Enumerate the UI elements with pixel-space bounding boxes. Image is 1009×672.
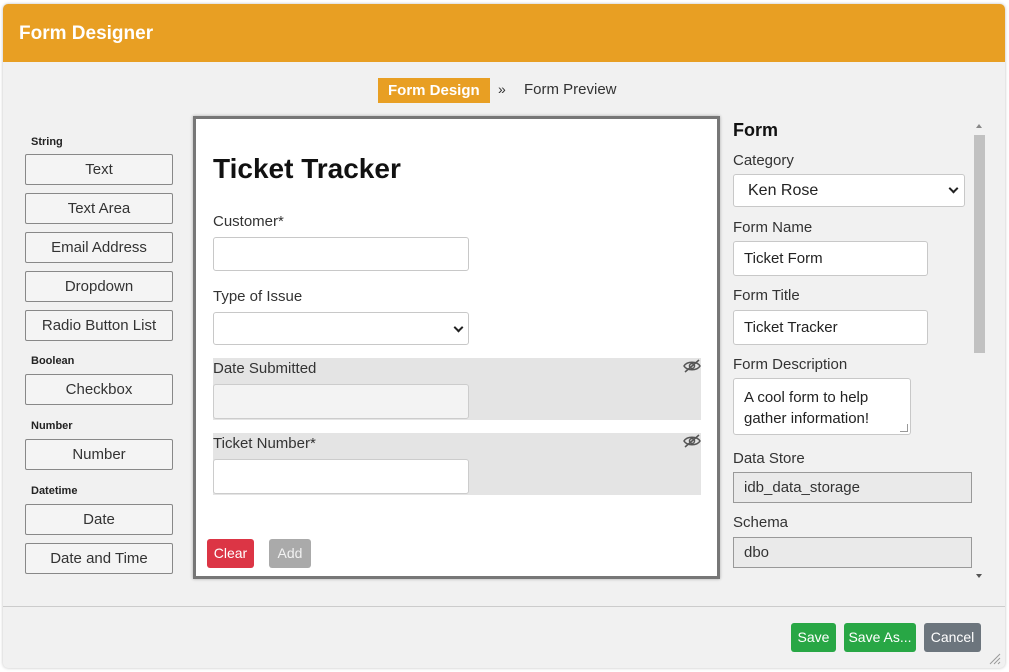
step-form-preview[interactable]: Form Preview xyxy=(524,81,617,98)
data-store-input: idb_data_storage xyxy=(733,472,972,503)
ticket-number-input[interactable] xyxy=(213,459,469,494)
step-form-design[interactable]: Form Design xyxy=(378,78,490,103)
eye-slash-icon[interactable] xyxy=(683,359,701,373)
schema-label: Schema xyxy=(733,514,789,531)
chevron-down-icon xyxy=(948,183,959,194)
palette-radio-button-list-button[interactable]: Radio Button List xyxy=(25,310,173,341)
form-description-textarea[interactable]: A cool form to help gather information! xyxy=(733,378,911,435)
palette-group-boolean: Boolean xyxy=(31,355,75,367)
palette-group-number: Number xyxy=(31,420,73,432)
ticket-number-field[interactable]: Ticket Number* xyxy=(213,433,701,495)
form-designer-dialog: Form Designer Form Design » Form Preview… xyxy=(3,4,1005,668)
type-of-issue-label: Type of Issue xyxy=(213,288,303,305)
palette-date-time-button[interactable]: Date and Time xyxy=(25,543,173,574)
add-button[interactable]: Add xyxy=(269,539,311,568)
scroll-thumb[interactable] xyxy=(974,135,985,353)
palette-checkbox-button[interactable]: Checkbox xyxy=(25,374,173,405)
form-description-label: Form Description xyxy=(733,356,848,373)
type-of-issue-select[interactable] xyxy=(213,312,469,345)
palette-text-button[interactable]: Text xyxy=(25,154,173,185)
properties-scrollbar[interactable] xyxy=(973,121,986,581)
category-value: Ken Rose xyxy=(748,182,819,199)
form-canvas: Ticket Tracker Customer* Type of Issue D… xyxy=(193,116,720,579)
category-select[interactable]: Ken Rose xyxy=(733,174,965,207)
palette-email-button[interactable]: Email Address xyxy=(25,232,173,263)
footer-divider xyxy=(3,606,1005,607)
save-button[interactable]: Save xyxy=(791,623,836,652)
form-title-label: Form Title xyxy=(733,287,800,304)
data-store-label: Data Store xyxy=(733,450,805,467)
date-submitted-field[interactable]: Date Submitted xyxy=(213,358,701,420)
date-submitted-input[interactable] xyxy=(213,384,469,419)
category-label: Category xyxy=(733,152,794,169)
resize-handle-icon[interactable] xyxy=(987,651,1001,665)
palette-number-button[interactable]: Number xyxy=(25,439,173,470)
customer-input[interactable] xyxy=(213,237,469,271)
palette-dropdown-button[interactable]: Dropdown xyxy=(25,271,173,302)
dialog-title: Form Designer xyxy=(3,4,1005,62)
form-properties-panel: Form Category Ken Rose Form Name Ticket … xyxy=(728,116,990,579)
form-description-value: A cool form to help gather information! xyxy=(744,389,870,427)
clear-button[interactable]: Clear xyxy=(207,539,254,568)
eye-slash-icon[interactable] xyxy=(683,434,701,448)
step-breadcrumb: Form Design » Form Preview xyxy=(3,78,1005,104)
customer-label: Customer* xyxy=(213,213,284,230)
properties-heading: Form xyxy=(733,120,778,140)
palette-group-datetime: Datetime xyxy=(31,485,78,497)
chevron-down-icon xyxy=(453,322,464,333)
form-title-input[interactable]: Ticket Tracker xyxy=(733,310,928,345)
cancel-button[interactable]: Cancel xyxy=(924,623,981,652)
ticket-number-label: Ticket Number* xyxy=(213,435,316,452)
form-name-input[interactable]: Ticket Form xyxy=(733,241,928,276)
palette-date-button[interactable]: Date xyxy=(25,504,173,535)
form-title: Ticket Tracker xyxy=(213,153,401,184)
save-as-button[interactable]: Save As... xyxy=(844,623,916,652)
resize-grip-icon[interactable] xyxy=(900,424,908,432)
step-separator: » xyxy=(498,81,506,97)
palette-group-string: String xyxy=(31,136,63,148)
date-submitted-label: Date Submitted xyxy=(213,360,317,377)
scroll-up-icon[interactable] xyxy=(976,124,982,128)
schema-input: dbo xyxy=(733,537,972,568)
palette-text-area-button[interactable]: Text Area xyxy=(25,193,173,224)
form-name-label: Form Name xyxy=(733,219,813,236)
scroll-down-icon[interactable] xyxy=(976,574,982,578)
